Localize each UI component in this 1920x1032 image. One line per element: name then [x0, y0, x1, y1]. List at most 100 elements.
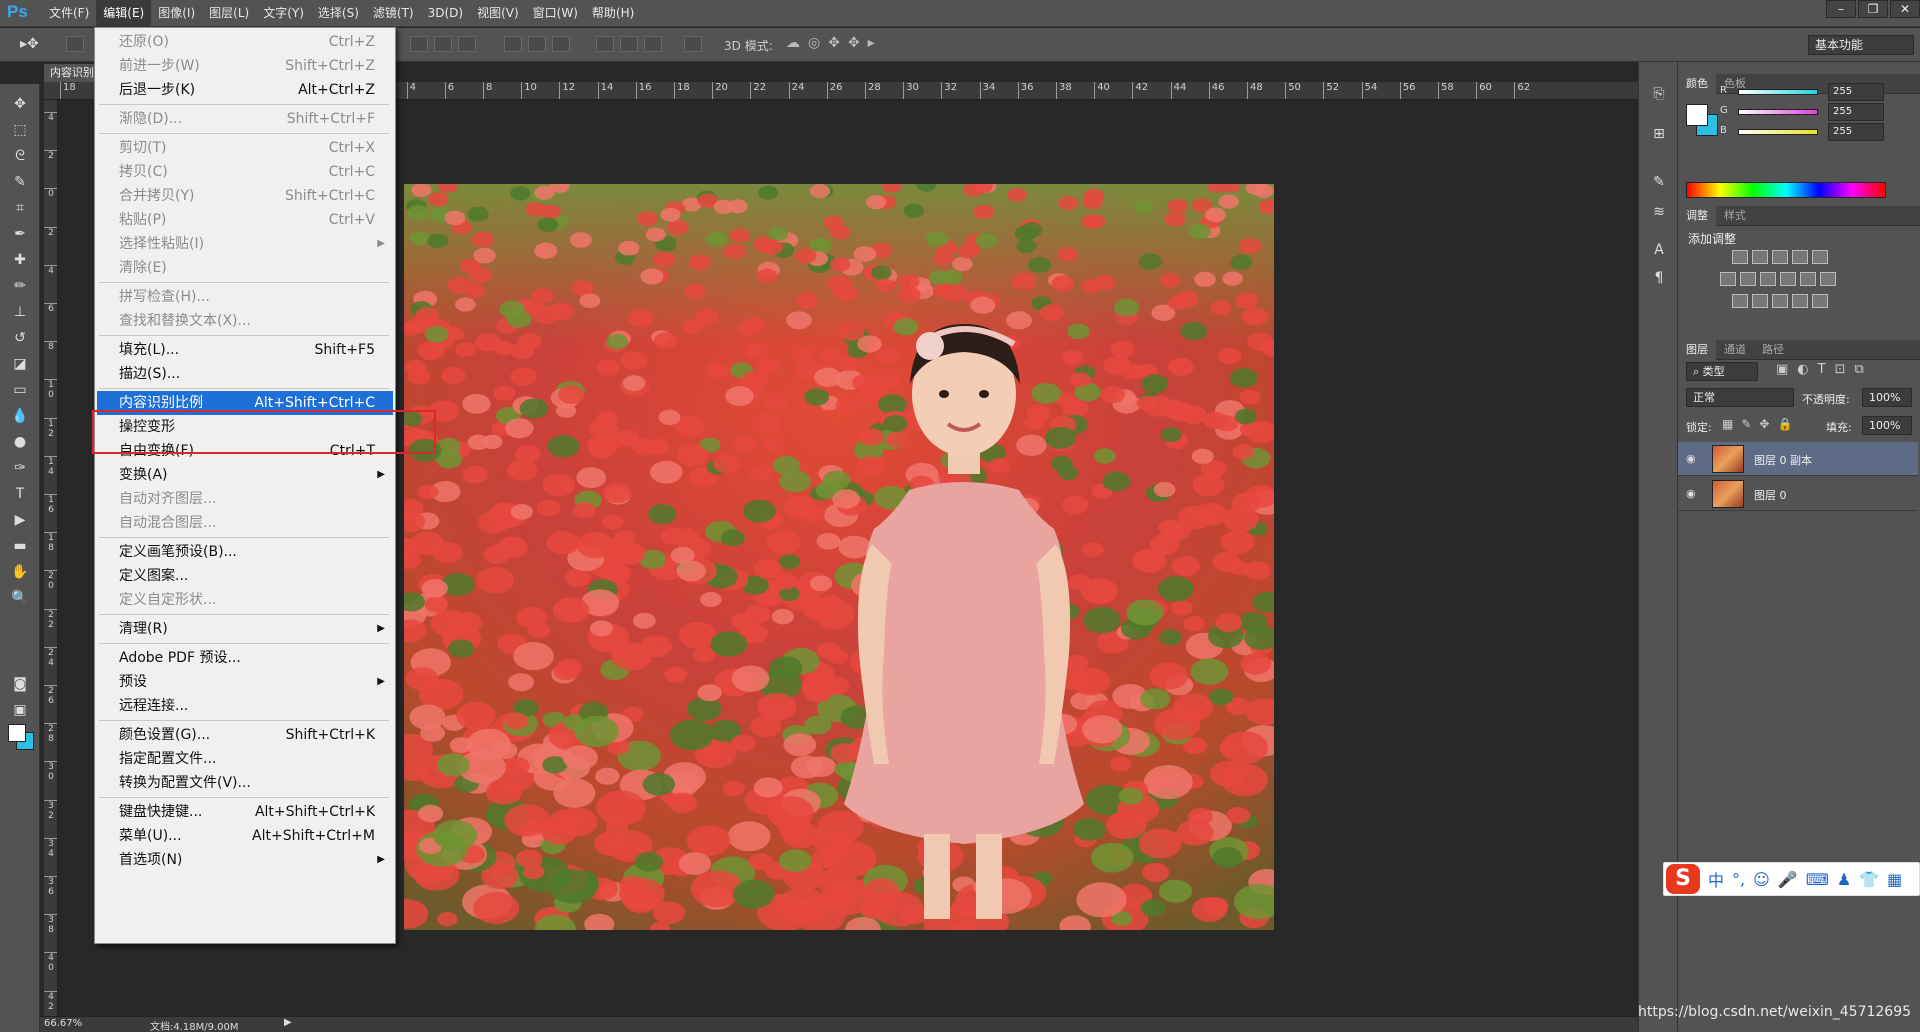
color-slider-g[interactable]: G 255	[1720, 102, 1920, 122]
eyedropper-tool-icon[interactable]: ✒	[8, 224, 32, 244]
lock-icons[interactable]: ▦✎✥🔒	[1722, 417, 1800, 431]
history-panel-icon[interactable]: ⎘	[1649, 84, 1669, 104]
close-button[interactable]: ✕	[1890, 0, 1920, 18]
channel-value[interactable]: 255	[1828, 83, 1884, 101]
tab-channels[interactable]: 通道	[1716, 340, 1754, 360]
distribute-left-icon[interactable]	[596, 36, 614, 52]
menu-7[interactable]: 3D(D)	[421, 0, 470, 27]
align-vcenter-icon[interactable]	[434, 36, 452, 52]
3d-tools-icon[interactable]: ☁◎✥✥▸	[786, 35, 883, 51]
adjustment-icon[interactable]	[1732, 294, 1748, 308]
adjustment-icon[interactable]	[1752, 294, 1768, 308]
edit-menu-item[interactable]: 自动混合图层...	[97, 511, 393, 535]
marquee-tool-icon[interactable]: ⬚	[8, 120, 32, 140]
zoom-level[interactable]: 66.67%	[44, 1018, 82, 1029]
adjustment-icon[interactable]	[1792, 250, 1808, 264]
edit-menu-item[interactable]: 远程连接...	[97, 694, 393, 718]
adjustment-icon[interactable]	[1772, 250, 1788, 264]
channel-value[interactable]: 255	[1828, 123, 1884, 141]
edit-menu-item[interactable]: 选择性粘贴(I) ▶	[97, 232, 393, 256]
slider-track[interactable]	[1738, 129, 1818, 135]
adjustment-icon[interactable]	[1800, 272, 1816, 286]
edit-menu-item[interactable]: 首选项(N) ▶	[97, 848, 393, 872]
eraser-tool-icon[interactable]: ◪	[8, 354, 32, 374]
adjustment-icon[interactable]	[1752, 250, 1768, 264]
status-arrow-icon[interactable]: ▶	[284, 1017, 292, 1028]
edit-menu-item[interactable]: 变换(A) ▶	[97, 463, 393, 487]
doc-info[interactable]: 文档:4.18M/9.00M	[150, 1018, 239, 1032]
blend-mode-select[interactable]: 正常	[1686, 388, 1794, 407]
edit-menu-item[interactable]: 指定配置文件...	[97, 747, 393, 771]
type-tool-icon[interactable]: T	[8, 484, 32, 504]
menu-10[interactable]: 帮助(H)	[585, 0, 641, 27]
eye-icon[interactable]: ◉	[1686, 487, 1696, 500]
paragraph-panel-icon[interactable]: ¶	[1649, 268, 1669, 288]
edit-menu-item[interactable]: 转换为配置文件(V)...	[97, 771, 393, 795]
properties-panel-icon[interactable]: ⊞	[1649, 124, 1669, 144]
path-select-tool-icon[interactable]: ▶	[8, 510, 32, 530]
adjustment-icon[interactable]	[1732, 250, 1748, 264]
edit-menu-item[interactable]: 后退一步(K) Alt+Ctrl+Z	[97, 78, 393, 102]
minimize-button[interactable]: –	[1826, 0, 1856, 18]
adjustment-icon[interactable]	[1780, 272, 1796, 286]
menu-6[interactable]: 滤镜(T)	[366, 0, 421, 27]
edit-menu-item[interactable]: 拼写检查(H)...	[97, 285, 393, 309]
tab-adjustments[interactable]: 调整	[1678, 205, 1716, 226]
history-brush-tool-icon[interactable]: ↺	[8, 328, 32, 348]
edit-menu-item[interactable]: 填充(L)... Shift+F5	[97, 338, 393, 362]
move-tool-icon[interactable]: ▸✥	[20, 36, 39, 52]
hand-tool-icon[interactable]: ✋	[8, 562, 32, 582]
edit-menu-item[interactable]: 定义画笔预设(B)...	[97, 540, 393, 564]
fill-field[interactable]: 100%	[1862, 416, 1912, 435]
document-image[interactable]	[404, 184, 1274, 930]
channel-value[interactable]: 255	[1828, 103, 1884, 121]
move-tool-icon[interactable]: ✥	[8, 94, 32, 114]
edit-menu-item[interactable]: 清除(E)	[97, 256, 393, 280]
layer-row[interactable]: ◉ 图层 0	[1678, 477, 1918, 511]
menu-0[interactable]: 文件(F)	[42, 0, 96, 27]
menu-3[interactable]: 图层(L)	[202, 0, 256, 27]
menu-8[interactable]: 视图(V)	[470, 0, 526, 27]
slider-track[interactable]	[1738, 89, 1818, 95]
character-panel-icon[interactable]: A	[1649, 240, 1669, 260]
screen-mode-icon[interactable]: ▣	[8, 700, 32, 720]
restore-button[interactable]: ❐	[1858, 0, 1888, 18]
edit-menu-item[interactable]: 定义图案...	[97, 564, 393, 588]
menu-2[interactable]: 图像(I)	[151, 0, 202, 27]
slider-track[interactable]	[1738, 109, 1818, 115]
skin-icon[interactable]: 👕	[1859, 870, 1879, 889]
adjustment-icon[interactable]	[1772, 294, 1788, 308]
edit-menu-item[interactable]: 菜单(U)... Alt+Shift+Ctrl+M	[97, 824, 393, 848]
adjustment-icon[interactable]	[1792, 294, 1808, 308]
dodge-tool-icon[interactable]: ●	[8, 432, 32, 452]
adjustment-icon[interactable]	[1720, 272, 1736, 286]
tab-styles[interactable]: 样式	[1716, 206, 1754, 226]
brush-tool-icon[interactable]: ✏	[8, 276, 32, 296]
sogou-logo[interactable]: S	[1666, 864, 1700, 894]
menu-4[interactable]: 文字(Y)	[256, 0, 311, 27]
brush-panel-icon[interactable]: ✎	[1649, 172, 1669, 192]
healing-brush-tool-icon[interactable]: ✚	[8, 250, 32, 270]
layer-filter-icons[interactable]: ▣◐T⊡⧉	[1776, 362, 1873, 377]
brush-presets-icon[interactable]: ≋	[1649, 202, 1669, 222]
edit-menu-item[interactable]: 描边(S)...	[97, 362, 393, 386]
tab-paths[interactable]: 路径	[1754, 340, 1792, 360]
keyboard-icon[interactable]: ⌨	[1806, 870, 1829, 889]
distribute-bottom-icon[interactable]	[552, 36, 570, 52]
align-bottom-icon[interactable]	[458, 36, 476, 52]
adjustment-icon[interactable]	[1812, 294, 1828, 308]
ime-mode[interactable]: 中	[1708, 867, 1724, 891]
menu-1[interactable]: 编辑(E)	[96, 0, 152, 27]
tab-color[interactable]: 颜色	[1678, 73, 1716, 94]
pen-tool-icon[interactable]: ✑	[8, 458, 32, 478]
ime-punct[interactable]: °,	[1732, 870, 1745, 889]
blur-tool-icon[interactable]: 💧	[8, 406, 32, 426]
edit-menu-item[interactable]: Adobe PDF 预设...	[97, 646, 393, 670]
adjustment-icon[interactable]	[1820, 272, 1836, 286]
workspace-select[interactable]: 基本功能	[1808, 35, 1914, 55]
distribute-vcenter-icon[interactable]	[528, 36, 546, 52]
lasso-tool-icon[interactable]: ᘓ	[8, 146, 32, 166]
tab-layers[interactable]: 图层	[1678, 339, 1716, 360]
toolbox-icon[interactable]: ▦	[1887, 870, 1902, 889]
edit-menu-item[interactable]: 前进一步(W) Shift+Ctrl+Z	[97, 54, 393, 78]
